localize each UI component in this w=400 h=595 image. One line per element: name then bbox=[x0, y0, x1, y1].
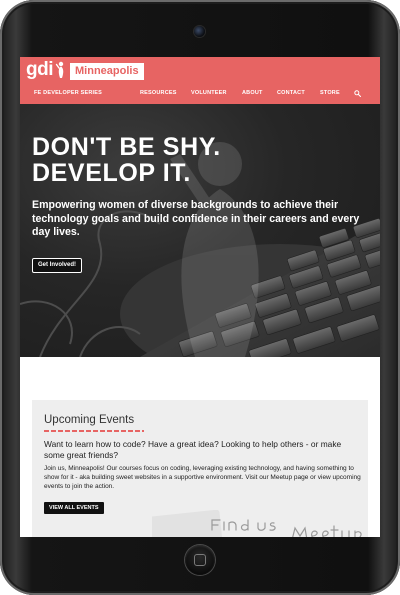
meetup-sketch-image bbox=[152, 510, 362, 537]
nav-item-contact[interactable]: CONTACT bbox=[277, 89, 305, 97]
nav-item-store[interactable]: STORE bbox=[320, 89, 340, 97]
events-paragraph: Join us, Minneapolis! Our courses focus … bbox=[44, 465, 361, 490]
camera-icon bbox=[194, 26, 205, 37]
nav-item-fe-developer-series[interactable]: FE DEVELOPER SERIES bbox=[34, 89, 102, 97]
heading-underline bbox=[44, 430, 144, 432]
home-square-icon bbox=[194, 554, 206, 566]
site-header: gdi Minneapolis FE DEVELOPER SERIES RESO… bbox=[20, 57, 380, 104]
logo-figure-icon bbox=[55, 61, 64, 78]
logo-city-badge: Minneapolis bbox=[70, 62, 144, 80]
nav-item-resources[interactable]: RESOURCES bbox=[140, 89, 177, 97]
events-question: Want to learn how to code? Have a great … bbox=[44, 439, 342, 460]
logo-wordmark: gdi bbox=[26, 59, 54, 80]
home-button[interactable] bbox=[185, 545, 215, 575]
events-section: Upcoming Events Want to learn how to cod… bbox=[20, 357, 380, 537]
site-logo[interactable]: gdi Minneapolis bbox=[26, 60, 144, 80]
search-icon[interactable] bbox=[354, 90, 361, 97]
nav-item-about[interactable]: ABOUT bbox=[242, 89, 263, 97]
events-heading: Upcoming Events bbox=[44, 414, 135, 426]
nav-item-volunteer[interactable]: VOLUNTEER bbox=[191, 89, 227, 97]
get-involved-button[interactable]: Get Involved! bbox=[32, 258, 83, 273]
hero-title-line2: DEVELOP IT. bbox=[32, 159, 191, 187]
events-card: Upcoming Events Want to learn how to cod… bbox=[32, 400, 368, 537]
main-nav: FE DEVELOPER SERIES RESOURCES VOLUNTEER … bbox=[20, 89, 380, 101]
tablet-frame: gdi Minneapolis FE DEVELOPER SERIES RESO… bbox=[0, 0, 400, 595]
hero-section: DON'T BE SHY. DEVELOP IT. Empowering wom… bbox=[20, 104, 380, 357]
view-all-events-button[interactable]: VIEW ALL EVENTS bbox=[44, 502, 104, 514]
hero-subtitle: Empowering women of diverse backgrounds … bbox=[32, 199, 360, 238]
hero-title: DON'T BE SHY. DEVELOP IT. bbox=[32, 134, 221, 186]
hero-title-line1: DON'T BE SHY. bbox=[32, 133, 221, 161]
browser-viewport: gdi Minneapolis FE DEVELOPER SERIES RESO… bbox=[20, 57, 380, 537]
